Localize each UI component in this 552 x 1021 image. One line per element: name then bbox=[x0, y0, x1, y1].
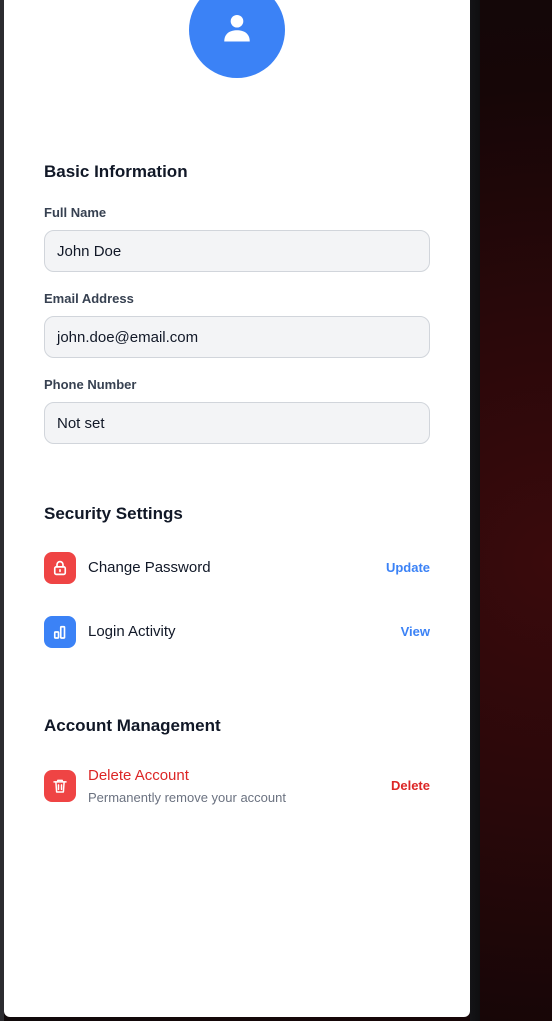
email-value: john.doe@email.com bbox=[57, 328, 199, 346]
email-label: Email Address bbox=[44, 291, 134, 306]
full-name-label: Full Name bbox=[44, 205, 107, 220]
phone-field[interactable]: Not set bbox=[44, 402, 430, 444]
trash-icon bbox=[44, 770, 76, 802]
delete-account-button[interactable]: Delete bbox=[391, 778, 430, 793]
phone-value: Not set bbox=[57, 414, 105, 432]
activity-chart-icon bbox=[44, 616, 76, 648]
email-field[interactable]: john.doe@email.com bbox=[44, 316, 430, 358]
delete-account-label: Delete Account bbox=[88, 767, 189, 784]
update-password-button[interactable]: Update bbox=[386, 560, 430, 575]
basic-info-title: Basic Information bbox=[44, 162, 188, 181]
delete-account-description: Permanently remove your account bbox=[88, 790, 286, 805]
panel-shadow bbox=[470, 0, 480, 1021]
change-password-label: Change Password bbox=[88, 559, 211, 576]
user-icon bbox=[219, 10, 255, 51]
view-activity-button[interactable]: View bbox=[401, 624, 430, 639]
avatar[interactable] bbox=[189, 0, 285, 78]
full-name-value: John Doe bbox=[57, 242, 122, 260]
lock-icon bbox=[44, 552, 76, 584]
full-name-field[interactable]: John Doe bbox=[44, 230, 430, 272]
security-title: Security Settings bbox=[44, 504, 183, 523]
login-activity-label: Login Activity bbox=[88, 623, 176, 640]
account-title: Account Management bbox=[44, 716, 221, 735]
profile-panel: Basic Information Full Name John Doe Ema… bbox=[4, 0, 470, 1017]
phone-label: Phone Number bbox=[44, 377, 137, 392]
